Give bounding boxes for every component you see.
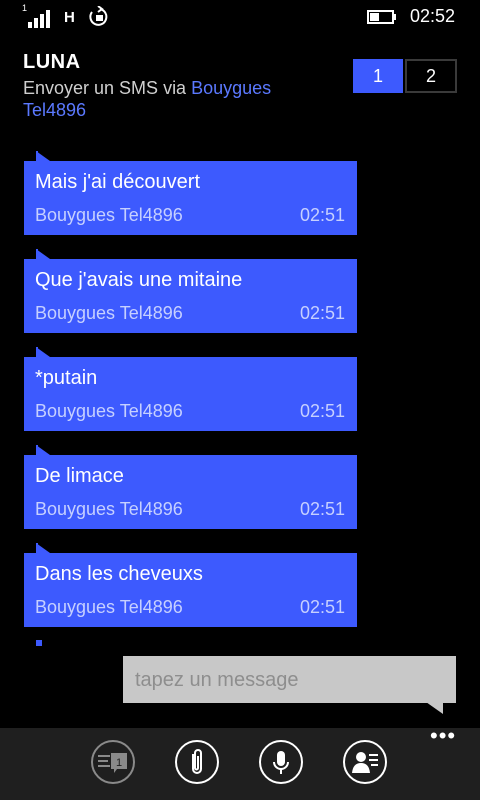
switch-sim-button[interactable]: 1 (91, 740, 135, 784)
attach-button[interactable] (175, 740, 219, 784)
message-text: *putain (35, 367, 98, 389)
switch-sim-icon: 1 (98, 753, 127, 773)
rotation-lock-icon (88, 5, 110, 28)
status-time: 02:52 (410, 6, 456, 26)
compose-box[interactable] (123, 656, 456, 703)
message-time: 02:51 (299, 205, 345, 225)
message-time: 02:51 (299, 499, 345, 519)
battery-icon (367, 10, 397, 24)
message-input[interactable] (133, 665, 447, 695)
message-text: Mais j'ai découvert (35, 171, 200, 193)
sim-badge: 1 (116, 757, 122, 769)
sim-slot-label: 1 (22, 3, 28, 13)
signal-strength-icon: 1 (22, 3, 54, 28)
message-text: Que j'avais une mitaine (35, 269, 243, 291)
contact-card-button[interactable] (343, 740, 387, 784)
contact-name: LUNA (23, 51, 81, 73)
message-time: 02:51 (299, 401, 345, 421)
message-sender: Bouygues Tel4896 (35, 303, 183, 323)
app-bar (0, 728, 480, 800)
message-time: 02:51 (299, 303, 345, 323)
attach-icon (192, 749, 202, 774)
page-tab-1[interactable]: 1 (353, 59, 403, 93)
message-bubble[interactable]: De limace Bouygues Tel4896 02:51 (24, 445, 357, 529)
status-bar: 1 H 02:52 (0, 0, 480, 34)
contact-card-icon (352, 752, 378, 773)
more-options-icon[interactable]: ••• (430, 725, 456, 747)
message-text: De limace (35, 465, 124, 487)
message-bubble[interactable]: Mais j'ai découvert Bouygues Tel4896 02:… (24, 151, 357, 235)
message-sender: Bouygues Tel4896 (35, 499, 183, 519)
microphone-icon (273, 751, 289, 774)
page-tab-2[interactable]: 2 (405, 59, 457, 93)
send-via-prefix: Envoyer un SMS via (23, 78, 187, 98)
message-bubble[interactable]: Que j'avais une mitaine Bouygues Tel4896… (24, 249, 357, 333)
message-sender: Bouygues Tel4896 (35, 205, 183, 225)
message-text: Dans les cheveuxs (35, 563, 203, 585)
message-time: 02:51 (299, 597, 345, 617)
network-type: H (64, 9, 75, 26)
microphone-button[interactable] (259, 740, 303, 784)
compose-tail (426, 702, 443, 714)
message-sender: Bouygues Tel4896 (35, 597, 183, 617)
next-message-tail (36, 640, 42, 646)
message-sender: Bouygues Tel4896 (35, 401, 183, 421)
send-via-line: Envoyer un SMS via Bouygues Tel4896 (23, 77, 323, 121)
message-bubble[interactable]: Dans les cheveuxs Bouygues Tel4896 02:51 (24, 543, 357, 627)
message-bubble[interactable]: *putain Bouygues Tel4896 02:51 (24, 347, 357, 431)
